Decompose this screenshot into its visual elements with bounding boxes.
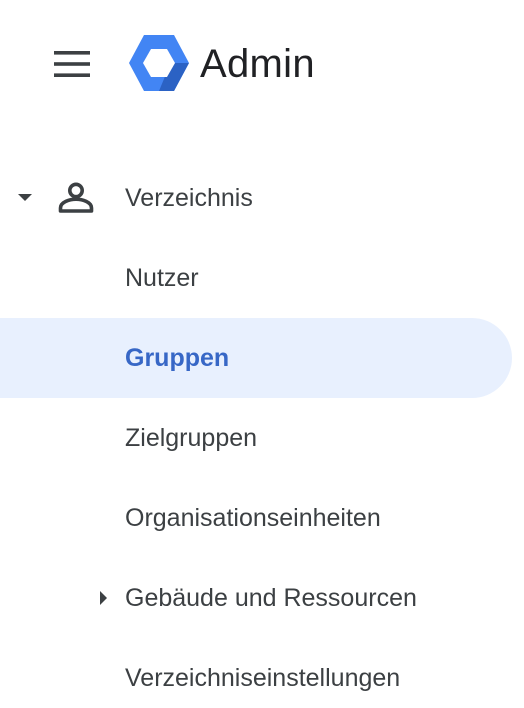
nav-item-label: Gruppen <box>125 344 230 372</box>
nav-item-organizational-units[interactable]: Organisationseinheiten <box>0 478 512 558</box>
expand-caret-right-icon[interactable] <box>100 591 107 605</box>
admin-console-page: Admin Verzeichnis Nutzer Gruppen Zielgru… <box>0 0 524 708</box>
nav-item-buildings-resources[interactable]: Gebäude und Ressourcen <box>0 558 512 638</box>
nav-item-directory-settings[interactable]: Verzeichniseinstellungen <box>0 638 512 708</box>
person-icon <box>58 182 94 213</box>
expand-caret-down-icon[interactable] <box>18 194 32 201</box>
sidebar-navigation: Verzeichnis Nutzer Gruppen Zielgruppen O… <box>0 158 524 708</box>
nav-section-directory[interactable]: Verzeichnis <box>0 158 512 238</box>
nav-item-label: Gebäude und Ressourcen <box>125 584 417 612</box>
nav-section-label: Verzeichnis <box>125 184 253 212</box>
nav-item-label: Zielgruppen <box>125 424 258 452</box>
nav-item-label: Organisationseinheiten <box>125 504 381 532</box>
nav-item-label: Nutzer <box>125 264 199 292</box>
nav-item-target-audiences[interactable]: Zielgruppen <box>0 398 512 478</box>
google-admin-logo-icon[interactable] <box>128 34 190 92</box>
nav-item-label: Verzeichniseinstellungen <box>125 664 401 692</box>
hamburger-menu-icon <box>54 51 90 77</box>
app-title: Admin <box>200 42 315 86</box>
main-menu-button[interactable] <box>46 42 98 86</box>
nav-item-groups[interactable]: Gruppen <box>0 318 512 398</box>
nav-item-users[interactable]: Nutzer <box>0 238 512 318</box>
